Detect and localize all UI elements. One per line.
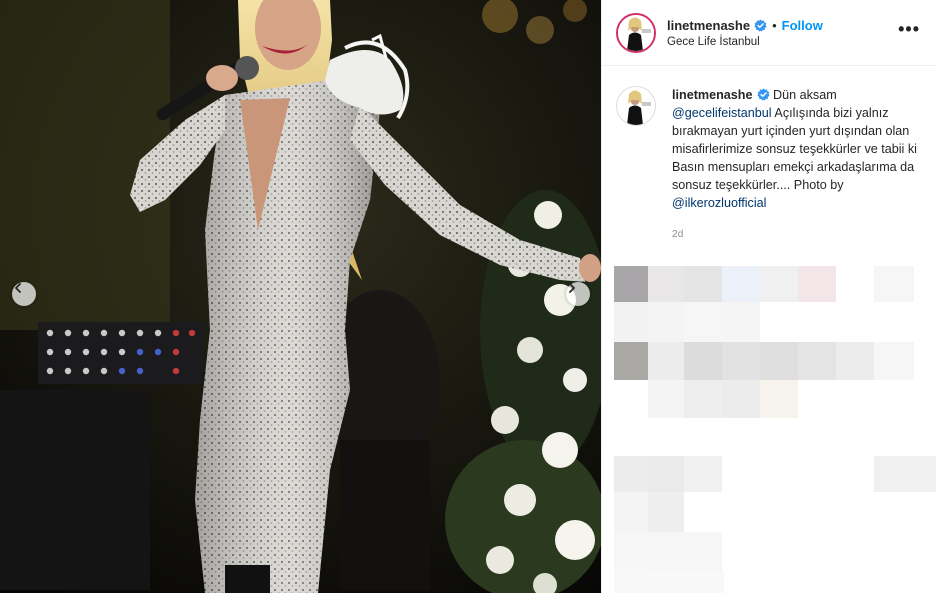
chevron-right-icon xyxy=(569,283,575,293)
pixel-block xyxy=(722,380,760,418)
pixel-block xyxy=(722,266,760,302)
pixel-block xyxy=(614,570,724,593)
post-side-panel: linetmenashe • Follow Gece Life İstanbul… xyxy=(601,0,936,593)
pixel-block xyxy=(722,302,760,342)
pixel-block xyxy=(648,342,684,380)
more-options-icon[interactable]: ••• xyxy=(898,19,920,40)
pixel-block xyxy=(760,266,798,302)
pixel-block xyxy=(836,342,874,380)
caption-username[interactable]: linetmenashe xyxy=(672,88,753,102)
author-avatar[interactable] xyxy=(616,12,656,53)
pixel-block xyxy=(614,302,648,342)
caption-comment: linetmenashe Dün aksam @gecelifeistanbul… xyxy=(602,66,936,244)
pixel-block xyxy=(760,342,798,380)
pixel-block xyxy=(614,492,648,532)
pixel-block xyxy=(648,456,684,492)
pixel-block xyxy=(614,456,648,492)
caption-text-part-1: Dün aksam xyxy=(769,88,837,102)
pixel-block xyxy=(798,266,836,302)
pixel-block xyxy=(684,342,722,380)
previous-photo-button[interactable] xyxy=(12,282,36,306)
mention-link-gecelifeistanbul[interactable]: @gecelifeistanbul xyxy=(672,106,772,120)
pixel-block xyxy=(684,266,722,302)
pixel-block xyxy=(648,492,684,532)
stage-performer-image xyxy=(0,0,601,593)
post-timestamp[interactable]: 2d xyxy=(672,226,917,244)
chevron-left-icon xyxy=(15,283,21,293)
pixel-block xyxy=(874,342,914,380)
avatar-image xyxy=(617,87,655,125)
location-link[interactable]: Gece Life İstanbul xyxy=(667,36,898,48)
pixel-block xyxy=(684,380,722,418)
mention-link-ilkerozluofficial[interactable]: @ilkerozluofficial xyxy=(672,196,766,210)
verified-badge-icon xyxy=(756,88,770,101)
pixel-block xyxy=(722,342,760,380)
post-photo xyxy=(0,0,601,593)
author-username[interactable]: linetmenashe xyxy=(667,18,750,33)
pixel-block xyxy=(648,266,684,302)
pixel-block xyxy=(614,266,648,302)
pixel-block xyxy=(614,342,648,380)
pixel-block xyxy=(874,456,936,492)
pixel-block xyxy=(648,380,684,418)
pixel-block xyxy=(760,380,798,418)
pixel-block xyxy=(684,456,722,492)
verified-badge-icon xyxy=(754,18,767,32)
separator-dot: • xyxy=(772,17,777,33)
caption-body: linetmenashe Dün aksam @gecelifeistanbul… xyxy=(672,86,917,244)
pixel-block xyxy=(798,342,836,380)
pixel-block xyxy=(648,532,722,570)
follow-button[interactable]: Follow xyxy=(782,18,823,33)
post-header: linetmenashe • Follow Gece Life İstanbul… xyxy=(602,0,936,66)
header-text: linetmenashe • Follow Gece Life İstanbul xyxy=(667,18,898,48)
pixel-block xyxy=(684,302,722,342)
next-photo-button[interactable] xyxy=(566,282,590,306)
avatar-image xyxy=(618,14,654,51)
pixel-block xyxy=(648,302,684,342)
pixel-block xyxy=(874,266,914,302)
caption-text: linetmenashe Dün aksam @gecelifeistanbul… xyxy=(672,86,917,212)
caption-author-avatar[interactable] xyxy=(616,86,656,126)
pixel-block xyxy=(614,532,648,570)
